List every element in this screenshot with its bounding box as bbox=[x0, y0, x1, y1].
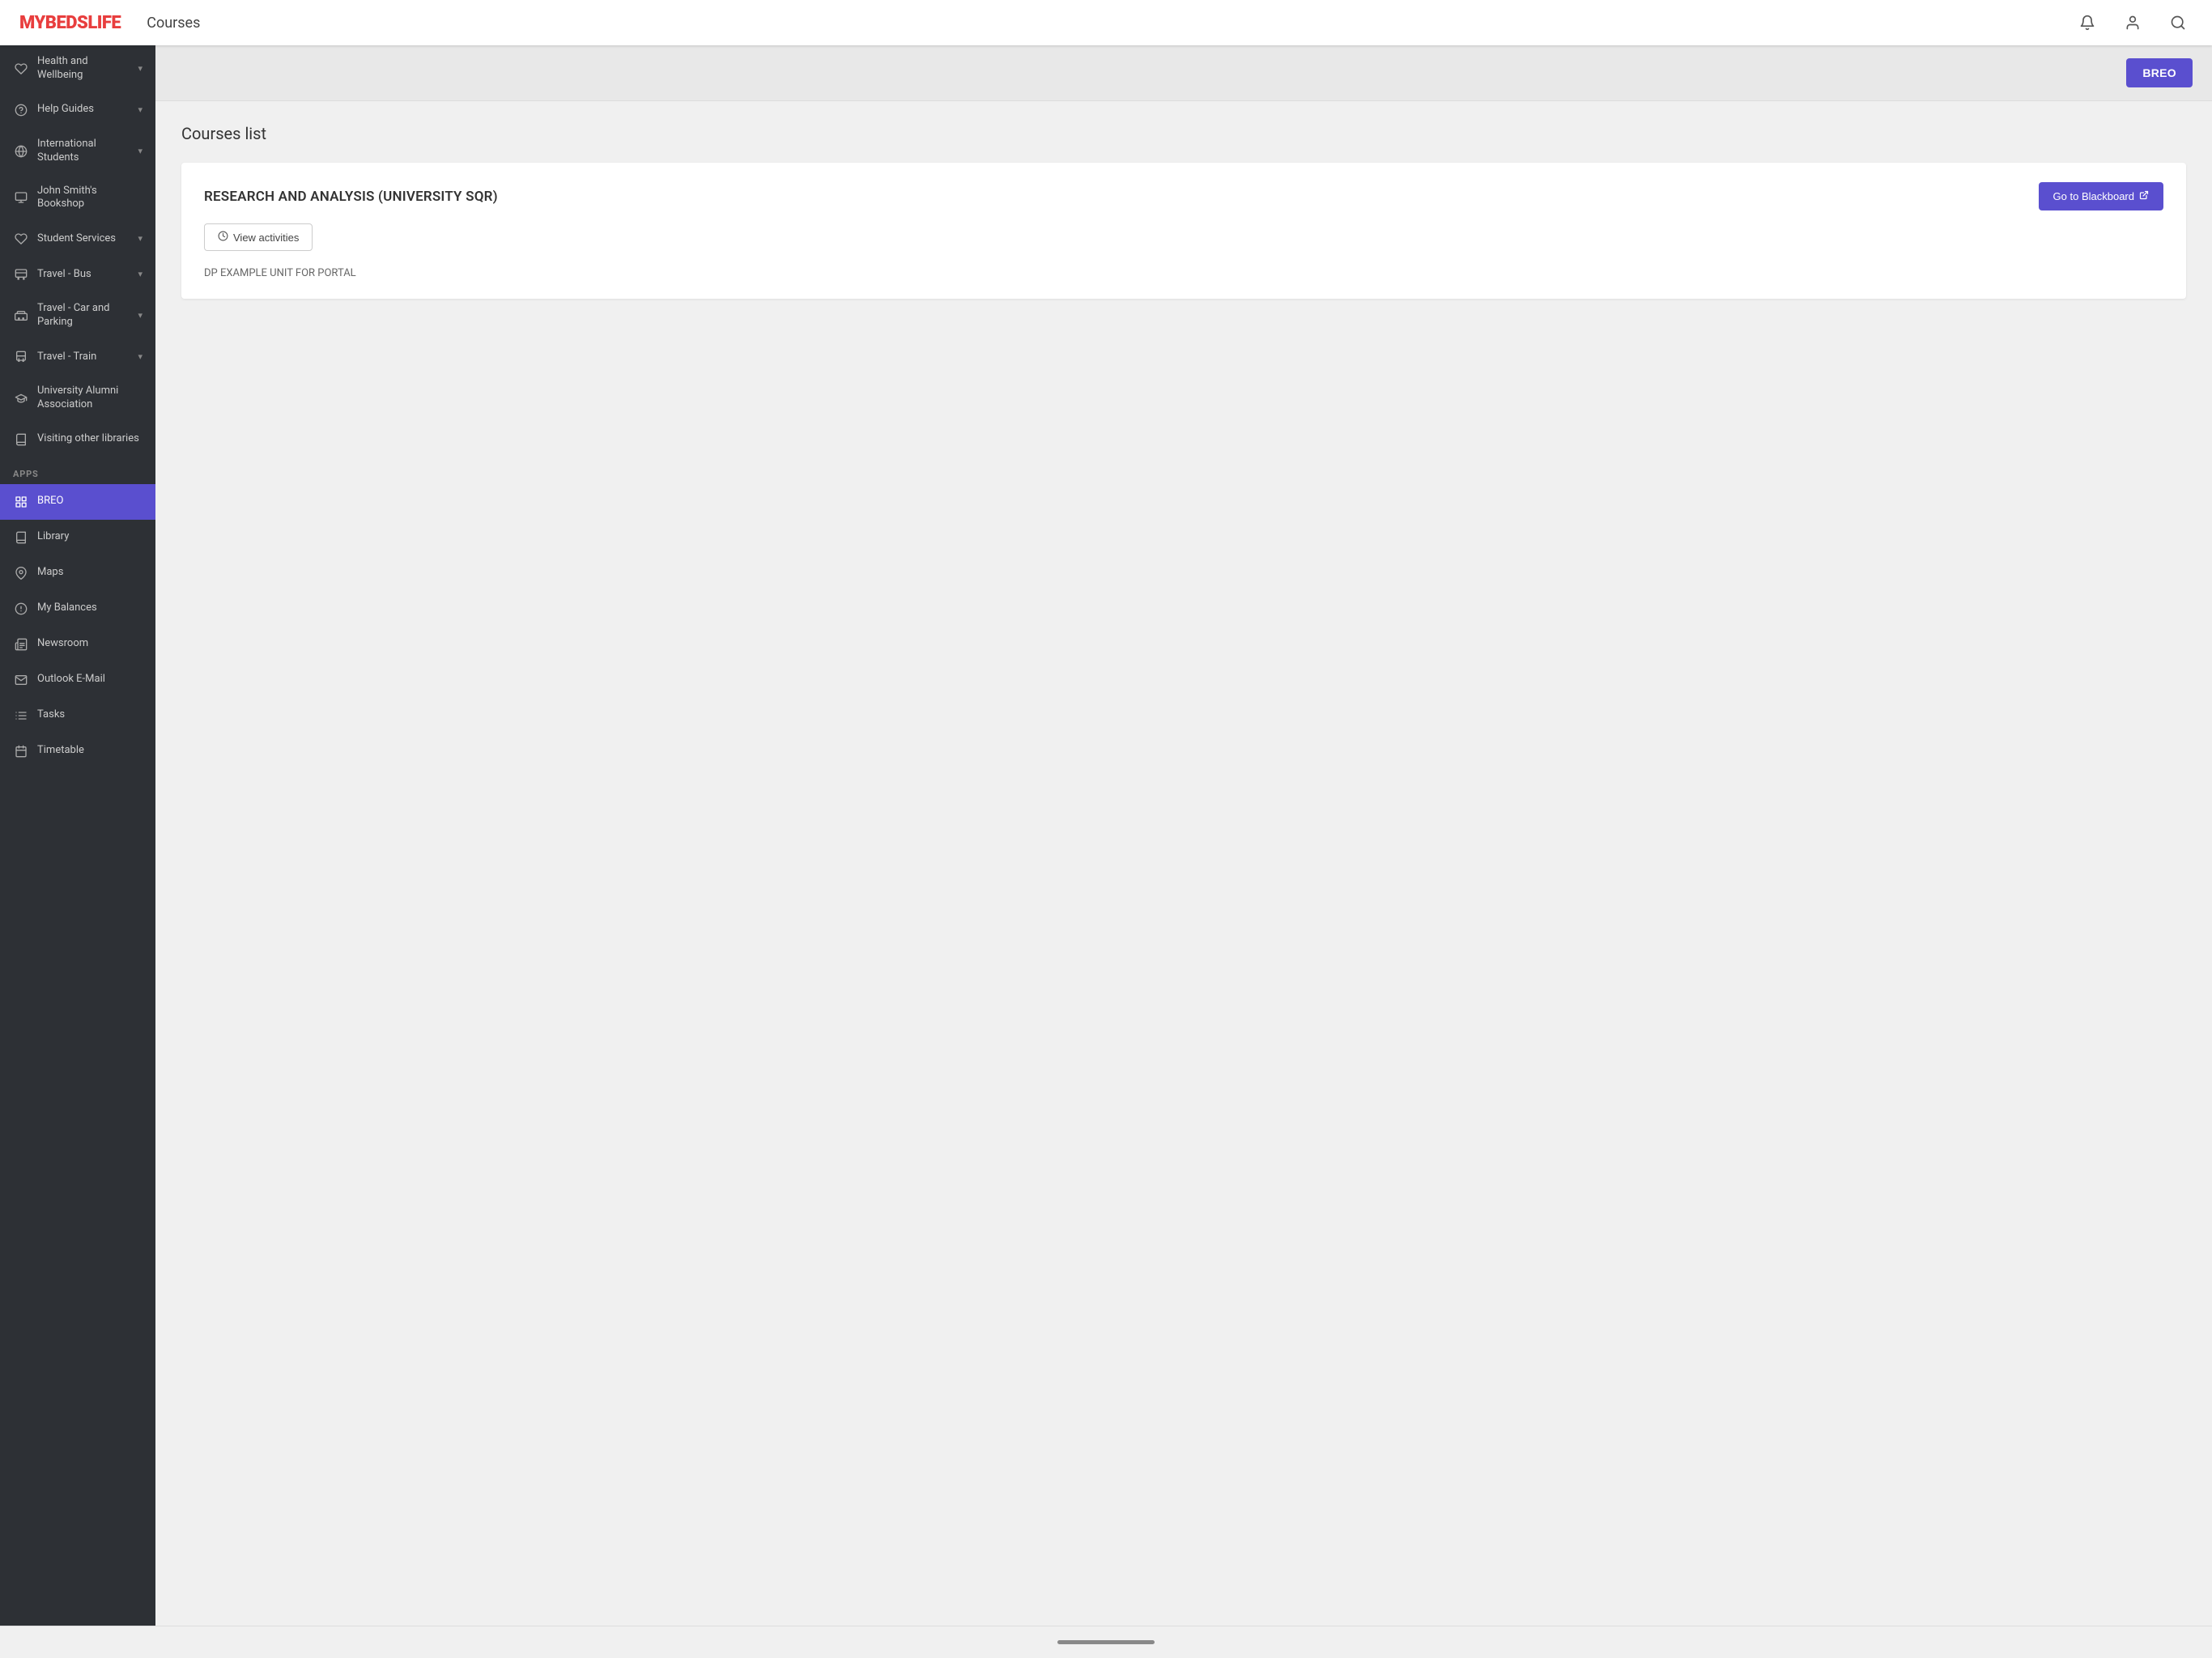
sidebar-item-travel-bus[interactable]: Travel - Bus ▾ bbox=[0, 257, 155, 292]
breo-icon bbox=[13, 494, 29, 510]
clock-icon bbox=[218, 231, 228, 244]
tasks-icon bbox=[13, 708, 29, 724]
header-icons bbox=[2073, 8, 2193, 37]
sidebar-item-label: Student Services bbox=[37, 232, 116, 246]
sidebar-item-university-alumni[interactable]: University Alumni Association bbox=[0, 375, 155, 422]
sidebar-item-visiting-libraries[interactable]: Visiting other libraries bbox=[0, 422, 155, 457]
chevron-down-icon: ▾ bbox=[138, 269, 143, 280]
sidebar-item-my-balances[interactable]: My Balances bbox=[0, 591, 155, 627]
map-pin-icon bbox=[13, 565, 29, 581]
top-bar: BREO bbox=[155, 45, 2212, 101]
chevron-down-icon: ▾ bbox=[138, 104, 143, 116]
sidebar-item-newsroom[interactable]: Newsroom bbox=[0, 627, 155, 662]
sidebar-item-library[interactable]: Library bbox=[0, 520, 155, 555]
sidebar-item-label: Travel - Car and Parking bbox=[37, 302, 130, 329]
sidebar-item-label: Tasks bbox=[37, 708, 65, 722]
sidebar-item-outlook-email[interactable]: Outlook E-Mail bbox=[0, 662, 155, 698]
sidebar-item-maps[interactable]: Maps bbox=[0, 555, 155, 591]
chevron-down-icon: ▾ bbox=[138, 351, 143, 363]
bottom-handle bbox=[1057, 1640, 1155, 1644]
sidebar-item-label: Maps bbox=[37, 566, 63, 580]
go-blackboard-label: Go to Blackboard bbox=[2053, 190, 2134, 202]
header: MYBEDSLIFE Courses bbox=[0, 0, 2212, 45]
sidebar-item-label: Health and Wellbeing bbox=[37, 55, 130, 83]
chevron-down-icon: ▾ bbox=[138, 233, 143, 244]
logo-my: MY bbox=[19, 13, 45, 33]
notification-bell-icon[interactable] bbox=[2073, 8, 2102, 37]
logo-life: LIFE bbox=[87, 13, 121, 33]
breo-top-button[interactable]: BREO bbox=[2126, 58, 2193, 87]
library-icon bbox=[13, 529, 29, 546]
view-activities-label: View activities bbox=[233, 232, 299, 244]
go-to-blackboard-button[interactable]: Go to Blackboard bbox=[2039, 182, 2163, 210]
course-subtitle: DP EXAMPLE UNIT FOR PORTAL bbox=[204, 267, 2163, 279]
sidebar-item-student-services[interactable]: Student Services ▾ bbox=[0, 221, 155, 257]
apps-section-label: APPS bbox=[0, 457, 155, 484]
help-icon bbox=[13, 102, 29, 118]
sidebar-item-label: My Balances bbox=[37, 602, 97, 615]
courses-list-title: Courses list bbox=[181, 124, 2186, 143]
sidebar-item-travel-car-parking[interactable]: Travel - Car and Parking ▾ bbox=[0, 292, 155, 339]
sidebar-item-label: Travel - Bus bbox=[37, 268, 91, 282]
courses-content: Courses list RESEARCH AND ANALYSIS (UNIV… bbox=[155, 101, 2212, 321]
sidebar-item-tasks[interactable]: Tasks bbox=[0, 698, 155, 733]
car-icon bbox=[13, 308, 29, 324]
chevron-down-icon: ▾ bbox=[138, 310, 143, 321]
sidebar-item-label: Travel - Train bbox=[37, 351, 96, 364]
sidebar-item-label: International Students bbox=[37, 138, 130, 165]
chevron-down-icon: ▾ bbox=[138, 146, 143, 157]
main-content: BREO Courses list RESEARCH AND ANALYSIS … bbox=[155, 45, 2212, 1626]
course-card-header: RESEARCH AND ANALYSIS (UNIVERSITY SQR) G… bbox=[204, 182, 2163, 210]
sidebar-item-breo[interactable]: BREO bbox=[0, 484, 155, 520]
bus-icon bbox=[13, 266, 29, 283]
graduation-cap-icon bbox=[13, 390, 29, 406]
view-activities-button[interactable]: View activities bbox=[204, 223, 313, 251]
timetable-icon bbox=[13, 743, 29, 759]
train-icon bbox=[13, 349, 29, 365]
heart-icon bbox=[13, 61, 29, 77]
course-title: RESEARCH AND ANALYSIS (UNIVERSITY SQR) bbox=[204, 189, 498, 205]
sidebar-item-international-students[interactable]: International Students ▾ bbox=[0, 128, 155, 175]
chevron-down-icon: ▾ bbox=[138, 63, 143, 74]
user-profile-icon[interactable] bbox=[2118, 8, 2147, 37]
logo-beds: BEDS bbox=[45, 13, 88, 33]
layout: Health and Wellbeing ▾ Help Guides ▾ Int… bbox=[0, 45, 2212, 1626]
sidebar-item-travel-train[interactable]: Travel - Train ▾ bbox=[0, 339, 155, 375]
sidebar-item-label: Library bbox=[37, 530, 69, 544]
email-icon bbox=[13, 672, 29, 688]
sidebar-item-label: University Alumni Association bbox=[37, 385, 143, 412]
sidebar-item-label: Timetable bbox=[37, 744, 84, 758]
bookshop-icon bbox=[13, 189, 29, 206]
external-link-icon bbox=[2139, 190, 2149, 202]
balances-icon bbox=[13, 601, 29, 617]
sidebar-item-john-smiths-bookshop[interactable]: John Smith's Bookshop bbox=[0, 175, 155, 222]
sidebar-item-label: Outlook E-Mail bbox=[37, 673, 105, 687]
globe-icon bbox=[13, 143, 29, 159]
sidebar-item-help-guides[interactable]: Help Guides ▾ bbox=[0, 92, 155, 128]
sidebar-item-timetable[interactable]: Timetable bbox=[0, 733, 155, 769]
newsroom-icon bbox=[13, 636, 29, 653]
page-title: Courses bbox=[147, 15, 2073, 32]
search-icon[interactable] bbox=[2163, 8, 2193, 37]
course-card: RESEARCH AND ANALYSIS (UNIVERSITY SQR) G… bbox=[181, 163, 2186, 299]
sidebar-item-label: Help Guides bbox=[37, 103, 94, 117]
sidebar: Health and Wellbeing ▾ Help Guides ▾ Int… bbox=[0, 45, 155, 1626]
sidebar-item-label: Visiting other libraries bbox=[37, 432, 139, 446]
sidebar-item-label: Newsroom bbox=[37, 637, 88, 651]
sidebar-item-health-wellbeing[interactable]: Health and Wellbeing ▾ bbox=[0, 45, 155, 92]
sidebar-item-label: John Smith's Bookshop bbox=[37, 185, 143, 212]
bottom-bar bbox=[0, 1626, 2212, 1658]
student-services-icon bbox=[13, 231, 29, 247]
sidebar-item-label: BREO bbox=[37, 495, 63, 508]
logo[interactable]: MYBEDSLIFE bbox=[19, 13, 121, 33]
book-icon bbox=[13, 432, 29, 448]
